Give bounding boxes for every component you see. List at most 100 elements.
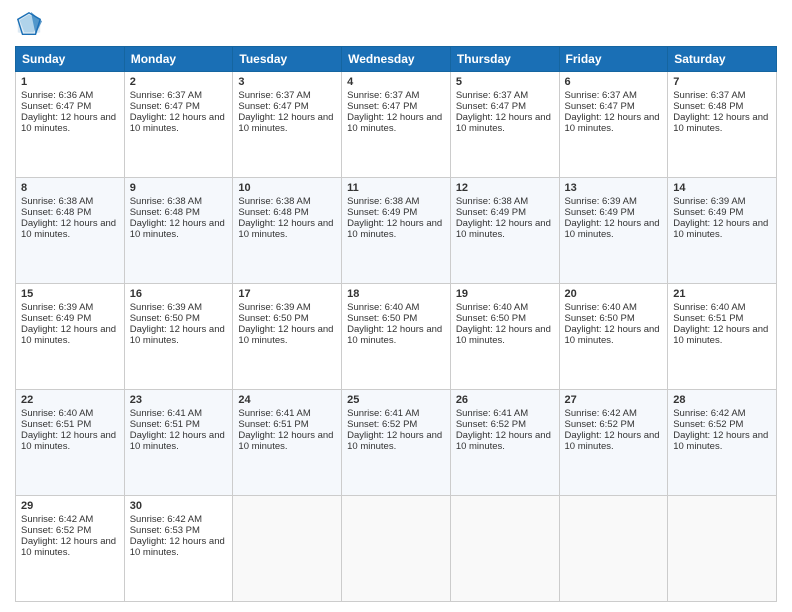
- day-number: 29: [21, 500, 119, 512]
- calendar-cell: 9 Sunrise: 6:38 AM Sunset: 6:48 PM Dayli…: [124, 178, 233, 284]
- sunset-label: Sunset: 6:47 PM: [565, 101, 635, 112]
- col-thursday: Thursday: [450, 47, 559, 72]
- day-number: 27: [565, 394, 663, 406]
- calendar-cell: 16 Sunrise: 6:39 AM Sunset: 6:50 PM Dayl…: [124, 284, 233, 390]
- sunrise-label: Sunrise: 6:42 AM: [673, 408, 745, 419]
- calendar-header-row: Sunday Monday Tuesday Wednesday Thursday…: [16, 47, 777, 72]
- calendar-cell: 18 Sunrise: 6:40 AM Sunset: 6:50 PM Dayl…: [342, 284, 451, 390]
- daylight-label: Daylight: 12 hours and 10 minutes.: [347, 324, 442, 346]
- sunset-label: Sunset: 6:50 PM: [565, 313, 635, 324]
- calendar-cell: [559, 496, 668, 602]
- sunrise-label: Sunrise: 6:38 AM: [347, 196, 419, 207]
- calendar-week-row: 15 Sunrise: 6:39 AM Sunset: 6:49 PM Dayl…: [16, 284, 777, 390]
- sunrise-label: Sunrise: 6:36 AM: [21, 90, 93, 101]
- daylight-label: Daylight: 12 hours and 10 minutes.: [21, 430, 116, 452]
- logo-icon: [15, 10, 43, 38]
- daylight-label: Daylight: 12 hours and 10 minutes.: [21, 324, 116, 346]
- day-number: 30: [130, 500, 228, 512]
- calendar-cell: 14 Sunrise: 6:39 AM Sunset: 6:49 PM Dayl…: [668, 178, 777, 284]
- sunset-label: Sunset: 6:52 PM: [565, 419, 635, 430]
- sunrise-label: Sunrise: 6:40 AM: [673, 302, 745, 313]
- sunrise-label: Sunrise: 6:40 AM: [565, 302, 637, 313]
- day-number: 19: [456, 288, 554, 300]
- day-number: 16: [130, 288, 228, 300]
- sunset-label: Sunset: 6:48 PM: [130, 207, 200, 218]
- sunset-label: Sunset: 6:50 PM: [347, 313, 417, 324]
- calendar-cell: 6 Sunrise: 6:37 AM Sunset: 6:47 PM Dayli…: [559, 72, 668, 178]
- day-number: 13: [565, 182, 663, 194]
- day-number: 9: [130, 182, 228, 194]
- sunset-label: Sunset: 6:47 PM: [456, 101, 526, 112]
- sunset-label: Sunset: 6:50 PM: [130, 313, 200, 324]
- page: Sunday Monday Tuesday Wednesday Thursday…: [0, 0, 792, 612]
- calendar-cell: 7 Sunrise: 6:37 AM Sunset: 6:48 PM Dayli…: [668, 72, 777, 178]
- daylight-label: Daylight: 12 hours and 10 minutes.: [565, 430, 660, 452]
- sunset-label: Sunset: 6:47 PM: [238, 101, 308, 112]
- daylight-label: Daylight: 12 hours and 10 minutes.: [21, 112, 116, 134]
- sunrise-label: Sunrise: 6:41 AM: [238, 408, 310, 419]
- daylight-label: Daylight: 12 hours and 10 minutes.: [21, 218, 116, 240]
- calendar-cell: 11 Sunrise: 6:38 AM Sunset: 6:49 PM Dayl…: [342, 178, 451, 284]
- day-number: 28: [673, 394, 771, 406]
- day-number: 25: [347, 394, 445, 406]
- calendar-cell: [233, 496, 342, 602]
- calendar-cell: 27 Sunrise: 6:42 AM Sunset: 6:52 PM Dayl…: [559, 390, 668, 496]
- calendar-cell: 23 Sunrise: 6:41 AM Sunset: 6:51 PM Dayl…: [124, 390, 233, 496]
- sunset-label: Sunset: 6:52 PM: [21, 525, 91, 536]
- daylight-label: Daylight: 12 hours and 10 minutes.: [130, 536, 225, 558]
- sunrise-label: Sunrise: 6:40 AM: [456, 302, 528, 313]
- sunset-label: Sunset: 6:51 PM: [130, 419, 200, 430]
- day-number: 23: [130, 394, 228, 406]
- sunset-label: Sunset: 6:50 PM: [456, 313, 526, 324]
- daylight-label: Daylight: 12 hours and 10 minutes.: [21, 536, 116, 558]
- day-number: 1: [21, 76, 119, 88]
- sunrise-label: Sunrise: 6:37 AM: [347, 90, 419, 101]
- calendar-cell: 8 Sunrise: 6:38 AM Sunset: 6:48 PM Dayli…: [16, 178, 125, 284]
- sunrise-label: Sunrise: 6:40 AM: [21, 408, 93, 419]
- daylight-label: Daylight: 12 hours and 10 minutes.: [673, 218, 768, 240]
- sunset-label: Sunset: 6:50 PM: [238, 313, 308, 324]
- sunset-label: Sunset: 6:53 PM: [130, 525, 200, 536]
- daylight-label: Daylight: 12 hours and 10 minutes.: [673, 112, 768, 134]
- day-number: 14: [673, 182, 771, 194]
- sunrise-label: Sunrise: 6:37 AM: [456, 90, 528, 101]
- daylight-label: Daylight: 12 hours and 10 minutes.: [238, 324, 333, 346]
- daylight-label: Daylight: 12 hours and 10 minutes.: [238, 112, 333, 134]
- day-number: 20: [565, 288, 663, 300]
- day-number: 21: [673, 288, 771, 300]
- daylight-label: Daylight: 12 hours and 10 minutes.: [565, 324, 660, 346]
- calendar-cell: [668, 496, 777, 602]
- calendar-cell: 17 Sunrise: 6:39 AM Sunset: 6:50 PM Dayl…: [233, 284, 342, 390]
- sunset-label: Sunset: 6:48 PM: [21, 207, 91, 218]
- daylight-label: Daylight: 12 hours and 10 minutes.: [673, 430, 768, 452]
- day-number: 24: [238, 394, 336, 406]
- sunset-label: Sunset: 6:49 PM: [347, 207, 417, 218]
- calendar-cell: 22 Sunrise: 6:40 AM Sunset: 6:51 PM Dayl…: [16, 390, 125, 496]
- day-number: 8: [21, 182, 119, 194]
- sunrise-label: Sunrise: 6:39 AM: [565, 196, 637, 207]
- daylight-label: Daylight: 12 hours and 10 minutes.: [347, 430, 442, 452]
- calendar-week-row: 1 Sunrise: 6:36 AM Sunset: 6:47 PM Dayli…: [16, 72, 777, 178]
- col-tuesday: Tuesday: [233, 47, 342, 72]
- col-sunday: Sunday: [16, 47, 125, 72]
- calendar-cell: 19 Sunrise: 6:40 AM Sunset: 6:50 PM Dayl…: [450, 284, 559, 390]
- sunrise-label: Sunrise: 6:42 AM: [21, 514, 93, 525]
- sunrise-label: Sunrise: 6:38 AM: [21, 196, 93, 207]
- calendar-cell: [450, 496, 559, 602]
- calendar-cell: 24 Sunrise: 6:41 AM Sunset: 6:51 PM Dayl…: [233, 390, 342, 496]
- sunrise-label: Sunrise: 6:40 AM: [347, 302, 419, 313]
- sunset-label: Sunset: 6:47 PM: [21, 101, 91, 112]
- sunset-label: Sunset: 6:49 PM: [21, 313, 91, 324]
- calendar-cell: 20 Sunrise: 6:40 AM Sunset: 6:50 PM Dayl…: [559, 284, 668, 390]
- calendar-cell: 1 Sunrise: 6:36 AM Sunset: 6:47 PM Dayli…: [16, 72, 125, 178]
- day-number: 11: [347, 182, 445, 194]
- sunrise-label: Sunrise: 6:38 AM: [130, 196, 202, 207]
- sunset-label: Sunset: 6:51 PM: [238, 419, 308, 430]
- day-number: 26: [456, 394, 554, 406]
- sunset-label: Sunset: 6:52 PM: [347, 419, 417, 430]
- sunrise-label: Sunrise: 6:38 AM: [238, 196, 310, 207]
- sunrise-label: Sunrise: 6:39 AM: [673, 196, 745, 207]
- sunrise-label: Sunrise: 6:41 AM: [347, 408, 419, 419]
- sunrise-label: Sunrise: 6:39 AM: [238, 302, 310, 313]
- sunset-label: Sunset: 6:51 PM: [21, 419, 91, 430]
